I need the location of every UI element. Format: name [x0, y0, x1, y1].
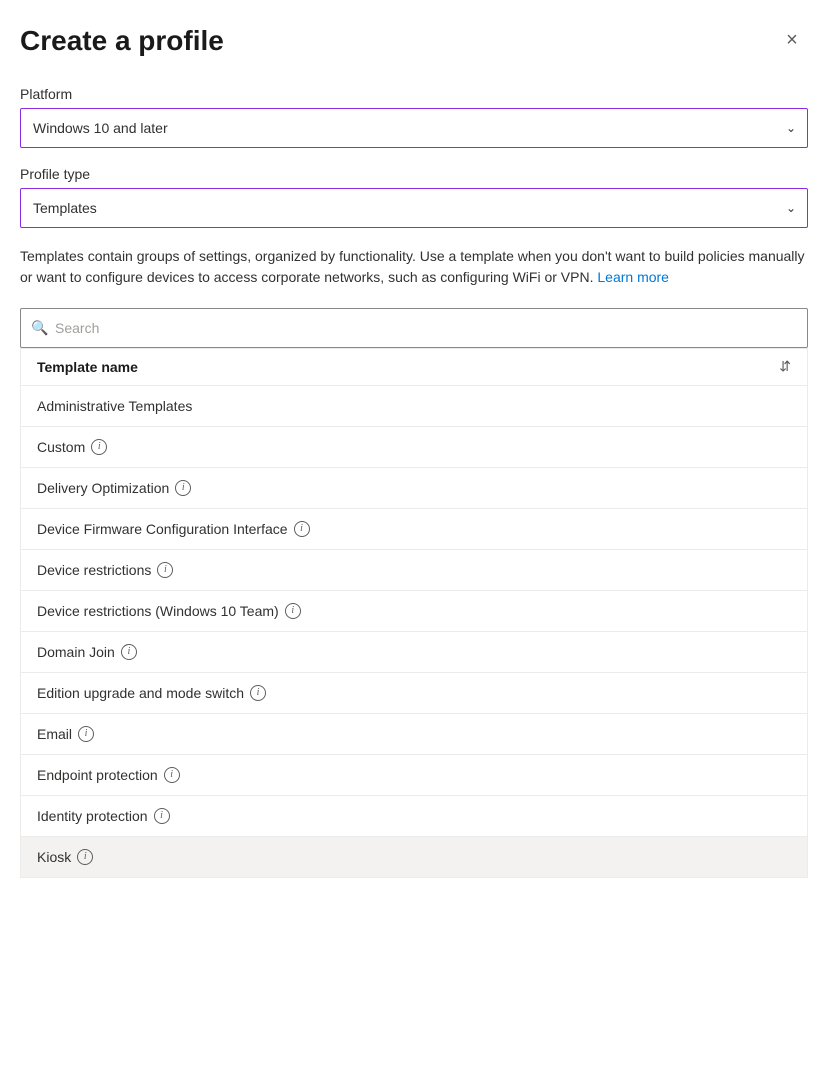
- info-icon[interactable]: i: [250, 685, 266, 701]
- dialog-title: Create a profile: [20, 24, 224, 58]
- table-row[interactable]: Custom i: [21, 427, 807, 468]
- row-text: Administrative Templates: [37, 398, 192, 414]
- row-text: Edition upgrade and mode switch i: [37, 685, 266, 701]
- profile-type-label: Profile type: [20, 166, 808, 182]
- search-input[interactable]: [21, 309, 807, 347]
- table-row[interactable]: Endpoint protection i: [21, 755, 807, 796]
- info-icon[interactable]: i: [154, 808, 170, 824]
- table-row[interactable]: Kiosk i: [21, 837, 807, 877]
- info-icon[interactable]: i: [78, 726, 94, 742]
- info-icon[interactable]: i: [294, 521, 310, 537]
- table-row[interactable]: Email i: [21, 714, 807, 755]
- table-row[interactable]: Device restrictions (Windows 10 Team) i: [21, 591, 807, 632]
- learn-more-link[interactable]: Learn more: [597, 269, 669, 285]
- table-row[interactable]: Device restrictions i: [21, 550, 807, 591]
- row-text: Delivery Optimization i: [37, 480, 191, 496]
- platform-select[interactable]: Windows 10 and later: [20, 108, 808, 148]
- info-icon[interactable]: i: [77, 849, 93, 865]
- info-icon[interactable]: i: [121, 644, 137, 660]
- description-text: Templates contain groups of settings, or…: [20, 246, 808, 288]
- table-row[interactable]: Edition upgrade and mode switch i: [21, 673, 807, 714]
- info-icon[interactable]: i: [175, 480, 191, 496]
- profile-type-field: Profile type Templates ⌄: [20, 166, 808, 228]
- templates-table: Template name ⇵ Administrative Templates…: [20, 348, 808, 878]
- search-icon: 🔍: [31, 319, 48, 336]
- row-text: Device Firmware Configuration Interface …: [37, 521, 310, 537]
- platform-select-wrapper: Windows 10 and later ⌄: [20, 108, 808, 148]
- profile-type-select-wrapper: Templates ⌄: [20, 188, 808, 228]
- row-text: Device restrictions (Windows 10 Team) i: [37, 603, 301, 619]
- table-header-row: Template name ⇵: [21, 349, 807, 386]
- row-text: Domain Join i: [37, 644, 137, 660]
- platform-label: Platform: [20, 86, 808, 102]
- info-icon[interactable]: i: [91, 439, 107, 455]
- sort-icon[interactable]: ⇵: [779, 361, 791, 372]
- table-row[interactable]: Identity protection i: [21, 796, 807, 837]
- platform-field: Platform Windows 10 and later ⌄: [20, 86, 808, 148]
- table-row[interactable]: Administrative Templates: [21, 386, 807, 427]
- profile-type-select[interactable]: Templates: [20, 188, 808, 228]
- search-box-container: 🔍: [20, 308, 808, 348]
- table-header-label: Template name: [37, 359, 138, 375]
- table-row[interactable]: Device Firmware Configuration Interface …: [21, 509, 807, 550]
- row-text: Email i: [37, 726, 94, 742]
- create-profile-dialog: Create a profile × Platform Windows 10 a…: [0, 0, 828, 1066]
- row-text: Kiosk i: [37, 849, 93, 865]
- row-text: Identity protection i: [37, 808, 170, 824]
- row-text: Device restrictions i: [37, 562, 173, 578]
- dialog-header: Create a profile ×: [20, 24, 808, 58]
- row-text: Endpoint protection i: [37, 767, 180, 783]
- table-row[interactable]: Domain Join i: [21, 632, 807, 673]
- info-icon[interactable]: i: [164, 767, 180, 783]
- info-icon[interactable]: i: [285, 603, 301, 619]
- table-row[interactable]: Delivery Optimization i: [21, 468, 807, 509]
- info-icon[interactable]: i: [157, 562, 173, 578]
- close-button[interactable]: ×: [776, 24, 808, 56]
- row-text: Custom i: [37, 439, 107, 455]
